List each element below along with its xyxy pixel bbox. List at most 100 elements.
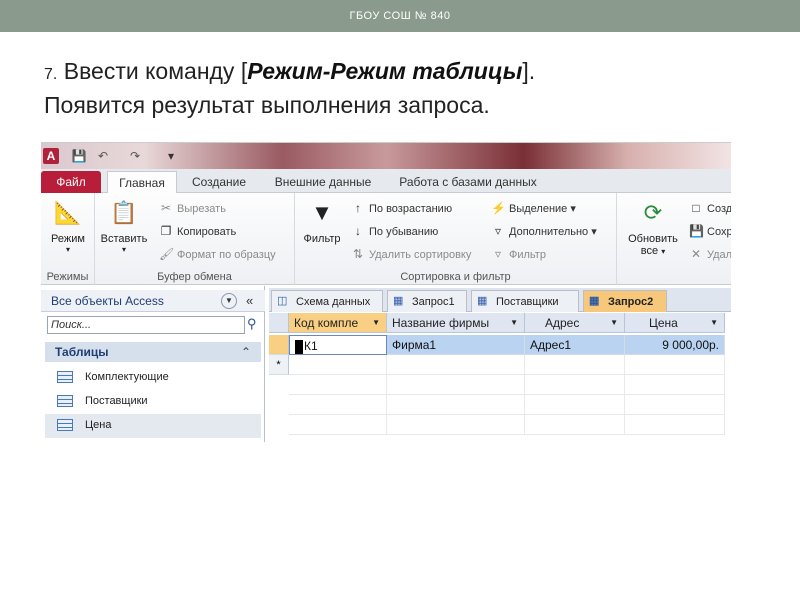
refresh-icon: ⟳ — [643, 200, 663, 225]
advanced-button[interactable]: ▿ Дополнительно ▾ — [491, 224, 597, 238]
nav-section-label: Таблицы — [55, 345, 109, 359]
refresh-all-button[interactable]: ⟳ Обновить все ▾ — [621, 197, 685, 257]
doc-tab-label: Запрос2 — [608, 296, 654, 308]
collapse-pane-icon[interactable]: « — [246, 293, 253, 308]
relationships-icon: ◫ — [277, 295, 288, 307]
command-name: Режим-Режим таблицы — [247, 58, 523, 84]
cell-value: К1 — [304, 339, 318, 353]
empty-cell[interactable] — [387, 355, 525, 375]
remove-sort-button[interactable]: ⇅ Удалить сортировку — [351, 247, 471, 261]
column-header[interactable]: Код компле ▼ — [289, 313, 387, 333]
column-header[interactable]: Цена ▼ — [625, 313, 725, 333]
table-cell[interactable]: Фирма1 — [387, 335, 525, 355]
selection-button[interactable]: ⚡ Выделение ▾ — [491, 201, 576, 215]
nav-item-price[interactable]: Цена — [45, 414, 261, 438]
column-header-label: Код компле — [294, 316, 359, 330]
toggle-filter-label: Фильтр — [509, 249, 546, 261]
instruction-close: ]. — [522, 58, 536, 84]
text-cursor — [295, 339, 303, 354]
step-number: 7. — [44, 66, 58, 83]
new-record-button[interactable]: □ Созд — [689, 201, 731, 215]
empty-cell[interactable] — [525, 355, 625, 375]
grid-filler — [289, 415, 387, 435]
delete-record-label: Удал — [707, 249, 731, 261]
format-painter-button[interactable]: 🖌 Формат по образцу — [159, 247, 276, 261]
refresh-label: Обновить — [628, 233, 678, 245]
customize-toolbar-icon[interactable]: ▾ — [163, 148, 179, 164]
search-icon[interactable]: ⚲ — [247, 316, 257, 332]
tab-create[interactable]: Создание — [187, 171, 251, 193]
filter-button-label: Фильтр — [303, 233, 341, 245]
paste-button-label: Вставить — [100, 233, 148, 245]
record-selector[interactable] — [269, 335, 289, 355]
doc-tab-query1[interactable]: ▦ Запрос1 — [387, 290, 467, 312]
remove-sort-label: Удалить сортировку — [369, 249, 472, 261]
chevron-down-icon[interactable]: ▼ — [510, 313, 518, 332]
save-record-button[interactable]: 💾 Сохр — [689, 224, 731, 238]
grid-filler — [289, 375, 387, 395]
table-icon — [57, 395, 73, 407]
table-cell[interactable]: 9 000,00р. — [625, 335, 725, 355]
access-logo-icon[interactable]: A — [43, 148, 59, 164]
access-screenshot: A 💾 ↶ ↷ ▾ Файл Главная Создание Внешние … — [41, 142, 731, 442]
sort-ascending-icon: ↑ — [355, 201, 361, 215]
paste-button[interactable]: 📋 Вставить ▾ — [99, 197, 149, 254]
chevron-down-icon: ▾ — [65, 245, 70, 254]
group-records: ⟳ Обновить все ▾ □ Созд 💾 Сохр ✕ Удал — [617, 193, 731, 285]
new-record-marker[interactable]: * — [269, 355, 289, 375]
redo-icon[interactable]: ↷ — [127, 148, 143, 164]
copy-label: Копировать — [177, 226, 237, 238]
selection-label: Выделение — [509, 203, 568, 215]
grid-filler — [525, 395, 625, 415]
doc-tab-label: Запрос1 — [412, 296, 455, 308]
filter-button[interactable]: ▼ Фильтр — [297, 197, 347, 245]
toggle-filter-button[interactable]: ▿ Фильтр — [491, 247, 546, 261]
grid-filler — [387, 395, 525, 415]
sort-descending-icon: ↓ — [355, 224, 361, 238]
cut-button[interactable]: ✂ Вырезать — [159, 201, 226, 215]
group-views-label: Режимы — [46, 271, 89, 283]
sort-descending-button[interactable]: ↓ По убыванию — [351, 224, 438, 238]
tab-file[interactable]: Файл — [41, 171, 101, 193]
tab-database-tools[interactable]: Работа с базами данных — [393, 171, 543, 193]
nav-item-label: Цена — [85, 419, 112, 431]
group-sort-filter: ▼ Фильтр ↑ По возрастанию ↓ По убыванию ⇅ У… — [295, 193, 617, 285]
table-cell[interactable]: К1 — [289, 335, 387, 355]
doc-tab-query2[interactable]: ▦ Запрос2 — [583, 290, 667, 312]
toggle-filter-icon: ▿ — [494, 247, 502, 261]
tab-home[interactable]: Главная — [107, 171, 177, 193]
grid-filler — [625, 395, 725, 415]
nav-item-components[interactable]: Комплектующие — [45, 366, 261, 390]
column-header[interactable]: Адрес ▼ — [525, 313, 625, 333]
empty-cell[interactable] — [625, 355, 725, 375]
table-cell[interactable]: Адрес1 — [525, 335, 625, 355]
navigation-pane-header[interactable]: Все объекты Access ▼ — [41, 290, 265, 312]
chevron-down-icon[interactable]: ▼ — [610, 313, 618, 332]
save-icon[interactable]: 💾 — [71, 148, 87, 164]
view-button[interactable]: 📐 Режим ▾ — [43, 197, 93, 254]
select-all-corner[interactable] — [269, 313, 289, 333]
sort-ascending-button[interactable]: ↑ По возрастанию — [351, 201, 452, 215]
result-text: Появится результат выполнения запроса. — [44, 92, 490, 118]
search-input[interactable]: Поиск... — [47, 316, 245, 334]
copy-button[interactable]: ❐ Копировать — [159, 224, 237, 238]
tab-external-data[interactable]: Внешние данные — [267, 171, 379, 193]
collapse-section-icon[interactable]: ⌃ — [241, 345, 251, 359]
chevron-down-icon[interactable]: ▼ — [710, 313, 718, 332]
grid-filler — [525, 375, 625, 395]
sort-ascending-label: По возрастанию — [369, 203, 453, 215]
doc-tab-suppliers[interactable]: ▦ Поставщики — [471, 290, 579, 312]
delete-record-button[interactable]: ✕ Удал — [689, 247, 731, 261]
nav-item-label: Поставщики — [85, 395, 148, 407]
chevron-down-icon[interactable]: ▼ — [221, 293, 237, 309]
nav-section-tables[interactable]: Таблицы ⌃ — [45, 342, 261, 362]
chevron-down-icon[interactable]: ▼ — [372, 313, 380, 332]
doc-tab-relationships[interactable]: ◫ Схема данных — [271, 290, 383, 312]
empty-cell[interactable] — [289, 355, 387, 375]
undo-icon[interactable]: ↶ — [95, 148, 111, 164]
column-header[interactable]: Название фирмы ▼ — [387, 313, 525, 333]
group-views: 📐 Режим ▾ Режимы — [41, 193, 95, 285]
nav-item-suppliers[interactable]: Поставщики — [45, 390, 261, 414]
ribbon: 📐 Режим ▾ Режимы 📋 Вставить ▾ ✂ Вырезать … — [41, 193, 731, 285]
quick-access-toolbar: A 💾 ↶ ↷ ▾ — [41, 143, 731, 169]
